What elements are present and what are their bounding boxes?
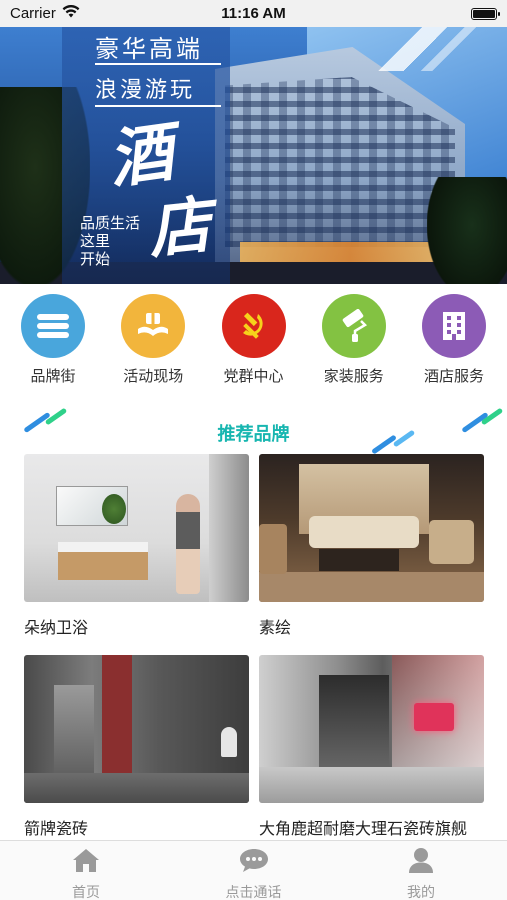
battery-fill [473, 9, 495, 18]
user-icon [407, 847, 435, 878]
photo-chair [259, 524, 287, 574]
photo-cabinet [58, 542, 148, 580]
category-row: 品牌街 活动现场 党群中心 家装服务 酒店服务 [0, 288, 507, 388]
photo-floor [259, 767, 484, 803]
banner-sub-line: 开始 [80, 250, 111, 268]
brand-name: 箭牌瓷砖 [24, 819, 89, 838]
category-label: 酒店服务 [423, 367, 484, 385]
brand-photo [259, 655, 484, 803]
hero-banner[interactable]: 豪华高端 浪漫游玩 酒 店 品质生活 这里 开始 [0, 27, 507, 284]
brand-card[interactable]: 素绘 [259, 454, 484, 638]
photo-table [319, 549, 399, 571]
category-hotel-service[interactable]: 酒店服务 [417, 288, 491, 388]
brand-name: 朵纳卫浴 [24, 618, 89, 637]
tab-profile[interactable]: 我的 [379, 841, 463, 900]
brand-name: 素绘 [259, 618, 292, 637]
brand-photo [24, 655, 249, 803]
wifi-icon [62, 4, 80, 22]
photo-hall [319, 675, 389, 775]
brand-photo [24, 454, 249, 602]
brand-card[interactable]: 朵纳卫浴 [24, 454, 249, 638]
status-left: Carrier [10, 4, 80, 22]
category-label: 品牌街 [30, 367, 76, 385]
banner-divider-1 [95, 63, 221, 65]
photo-panel [54, 685, 94, 785]
banner-stripe [377, 27, 497, 71]
photo-neon-sign [414, 703, 454, 731]
tab-bar: 首页 点击通话 我的 [0, 840, 507, 900]
brand-card[interactable]: 箭牌瓷砖 [24, 655, 249, 839]
chat-bubble-icon [238, 847, 270, 878]
hammer-sickle-icon [221, 294, 286, 358]
photo-floor [24, 773, 249, 803]
tab-label: 我的 [407, 885, 435, 900]
banner-tree-right [427, 177, 507, 284]
photo-door [209, 454, 249, 602]
category-home-decor[interactable]: 家装服务 [317, 288, 391, 388]
paint-roller-icon [321, 294, 386, 358]
banner-sub-line: 品质生活 [80, 214, 141, 232]
tab-label: 点击通话 [225, 885, 282, 900]
photo-bust [221, 727, 237, 757]
category-event-site[interactable]: 活动现场 [116, 288, 190, 388]
tab-call[interactable]: 点击通话 [212, 841, 296, 900]
handshake-gift-icon [121, 294, 186, 358]
photo-chair [429, 520, 474, 564]
battery-icon [471, 7, 500, 20]
brand-card[interactable]: 大角鹿超耐磨大理石瓷砖旗舰 [259, 655, 484, 839]
menu-lines-icon [21, 294, 85, 358]
brand-photo [259, 454, 484, 602]
category-party-center[interactable]: 党群中心 [217, 288, 291, 388]
category-label: 党群中心 [223, 367, 284, 385]
photo-plant [102, 494, 126, 524]
photo-sofa [309, 516, 419, 548]
hotel-building-icon [422, 294, 486, 358]
section-header: 推荐品牌 [0, 402, 507, 455]
status-bar: Carrier 11:16 AM [0, 0, 507, 27]
banner-line2: 浪漫游玩 [95, 78, 196, 103]
category-label: 活动现场 [123, 367, 184, 385]
tab-label: 首页 [72, 885, 100, 900]
category-label: 家装服务 [323, 367, 384, 385]
category-brand-street[interactable]: 品牌街 [16, 288, 90, 388]
tab-home[interactable]: 首页 [44, 841, 128, 900]
home-icon [71, 847, 101, 878]
banner-big-char-2: 店 [144, 187, 215, 268]
carrier-label: Carrier [10, 5, 56, 22]
banner-sub-line: 这里 [80, 232, 111, 250]
brand-name: 大角鹿超耐磨大理石瓷砖旗舰 [259, 819, 468, 838]
banner-subtitle: 品质生活 这里 开始 [80, 214, 140, 268]
photo-floor [259, 572, 484, 602]
section-title: 推荐品牌 [217, 424, 290, 445]
banner-line1: 豪华高端 [95, 35, 203, 63]
photo-person [176, 494, 200, 594]
